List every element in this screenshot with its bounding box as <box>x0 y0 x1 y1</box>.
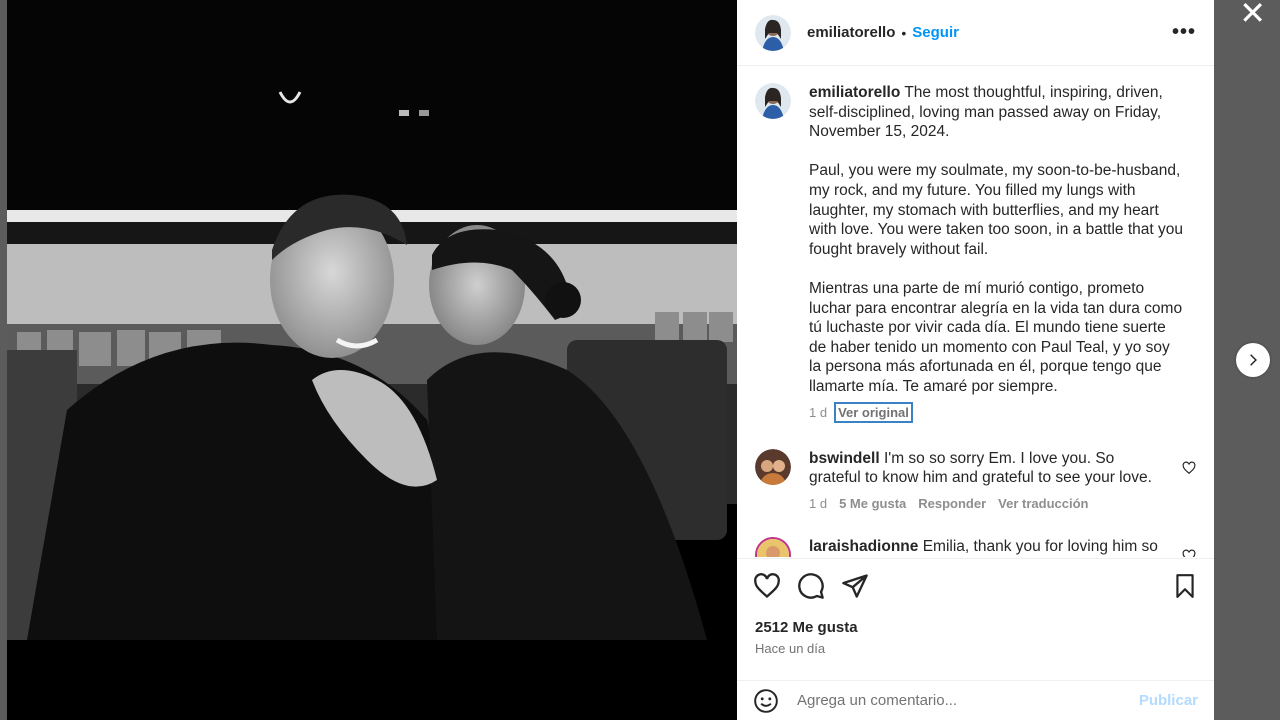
post-side-panel: emiliatorello • Seguir ••• emiliatorello… <box>737 0 1214 720</box>
comment-text: bswindell I'm so so sorry Em. I love you… <box>809 449 1164 488</box>
comment-composer: Publicar <box>737 680 1214 720</box>
translate-button[interactable]: Ver traducción <box>998 496 1088 511</box>
save-bookmark-icon[interactable] <box>1172 572 1198 600</box>
comment-body: Emilia, thank you for loving him so <box>922 537 1158 555</box>
caption-para-2: Paul, you were my soulmate, my soon-to-b… <box>809 162 1183 258</box>
caption-username[interactable]: emiliatorello <box>809 84 900 101</box>
more-options-icon[interactable]: ••• <box>1172 21 1196 44</box>
comment-likes-button[interactable]: 5 Me gusta <box>839 496 906 511</box>
caption-age: 1 d <box>809 404 828 420</box>
comment-username[interactable]: laraishadionne <box>809 538 918 555</box>
comment-username[interactable]: bswindell <box>809 450 880 467</box>
likes-count[interactable]: 2512 Me gusta <box>755 619 858 636</box>
comment-bubble-icon[interactable] <box>797 572 825 600</box>
like-heart-icon[interactable] <box>753 572 781 600</box>
avatar[interactable] <box>755 448 791 485</box>
comment-like-heart-icon[interactable] <box>1182 461 1196 475</box>
avatar[interactable] <box>755 83 791 119</box>
share-paper-plane-icon[interactable] <box>841 572 869 600</box>
caption-para-3: Mientras una parte de mí murió contigo, … <box>809 279 1183 395</box>
next-post-button[interactable] <box>1236 343 1270 377</box>
action-bar <box>737 558 1214 613</box>
caption-meta: 1 d Ver original <box>809 401 1184 423</box>
comment-age: 1 d <box>809 495 828 511</box>
caption: emiliatorello The most thoughtful, inspi… <box>755 83 1196 423</box>
chevron-right-icon <box>1250 354 1257 366</box>
post-header: emiliatorello • Seguir ••• <box>737 0 1214 66</box>
comment-text: laraishadionne Emilia, thank you for lov… <box>809 537 1164 557</box>
post-timestamp: Hace un día <box>755 641 826 656</box>
post-modal: emiliatorello • Seguir ••• emiliatorello… <box>7 0 1214 720</box>
publish-button[interactable]: Publicar <box>1139 692 1198 709</box>
avatar[interactable] <box>755 14 791 51</box>
comment-item: bswindell I'm so so sorry Em. I love you… <box>755 448 1196 511</box>
couple-photo <box>7 0 737 720</box>
avatar[interactable] <box>755 536 791 557</box>
see-original-button[interactable]: Ver original <box>834 401 913 423</box>
comment-meta: 1 d 5 Me gusta Responder Ver traducción <box>809 496 1164 511</box>
comment-input[interactable] <box>797 692 1139 709</box>
reply-button[interactable]: Responder <box>918 496 986 511</box>
comment-like-heart-icon[interactable] <box>1182 549 1196 557</box>
emoji-icon[interactable] <box>753 688 779 714</box>
separator-dot: • <box>901 24 907 41</box>
post-photo[interactable] <box>7 0 737 720</box>
author-username[interactable]: emiliatorello <box>807 24 895 41</box>
comments-scroll-area[interactable]: emiliatorello The most thoughtful, inspi… <box>737 67 1214 557</box>
caption-text: emiliatorello The most thoughtful, inspi… <box>809 83 1184 397</box>
close-icon[interactable]: ✕ <box>1239 0 1266 32</box>
comment-item: laraishadionne Emilia, thank you for lov… <box>755 536 1196 557</box>
follow-button[interactable]: Seguir <box>912 24 959 41</box>
